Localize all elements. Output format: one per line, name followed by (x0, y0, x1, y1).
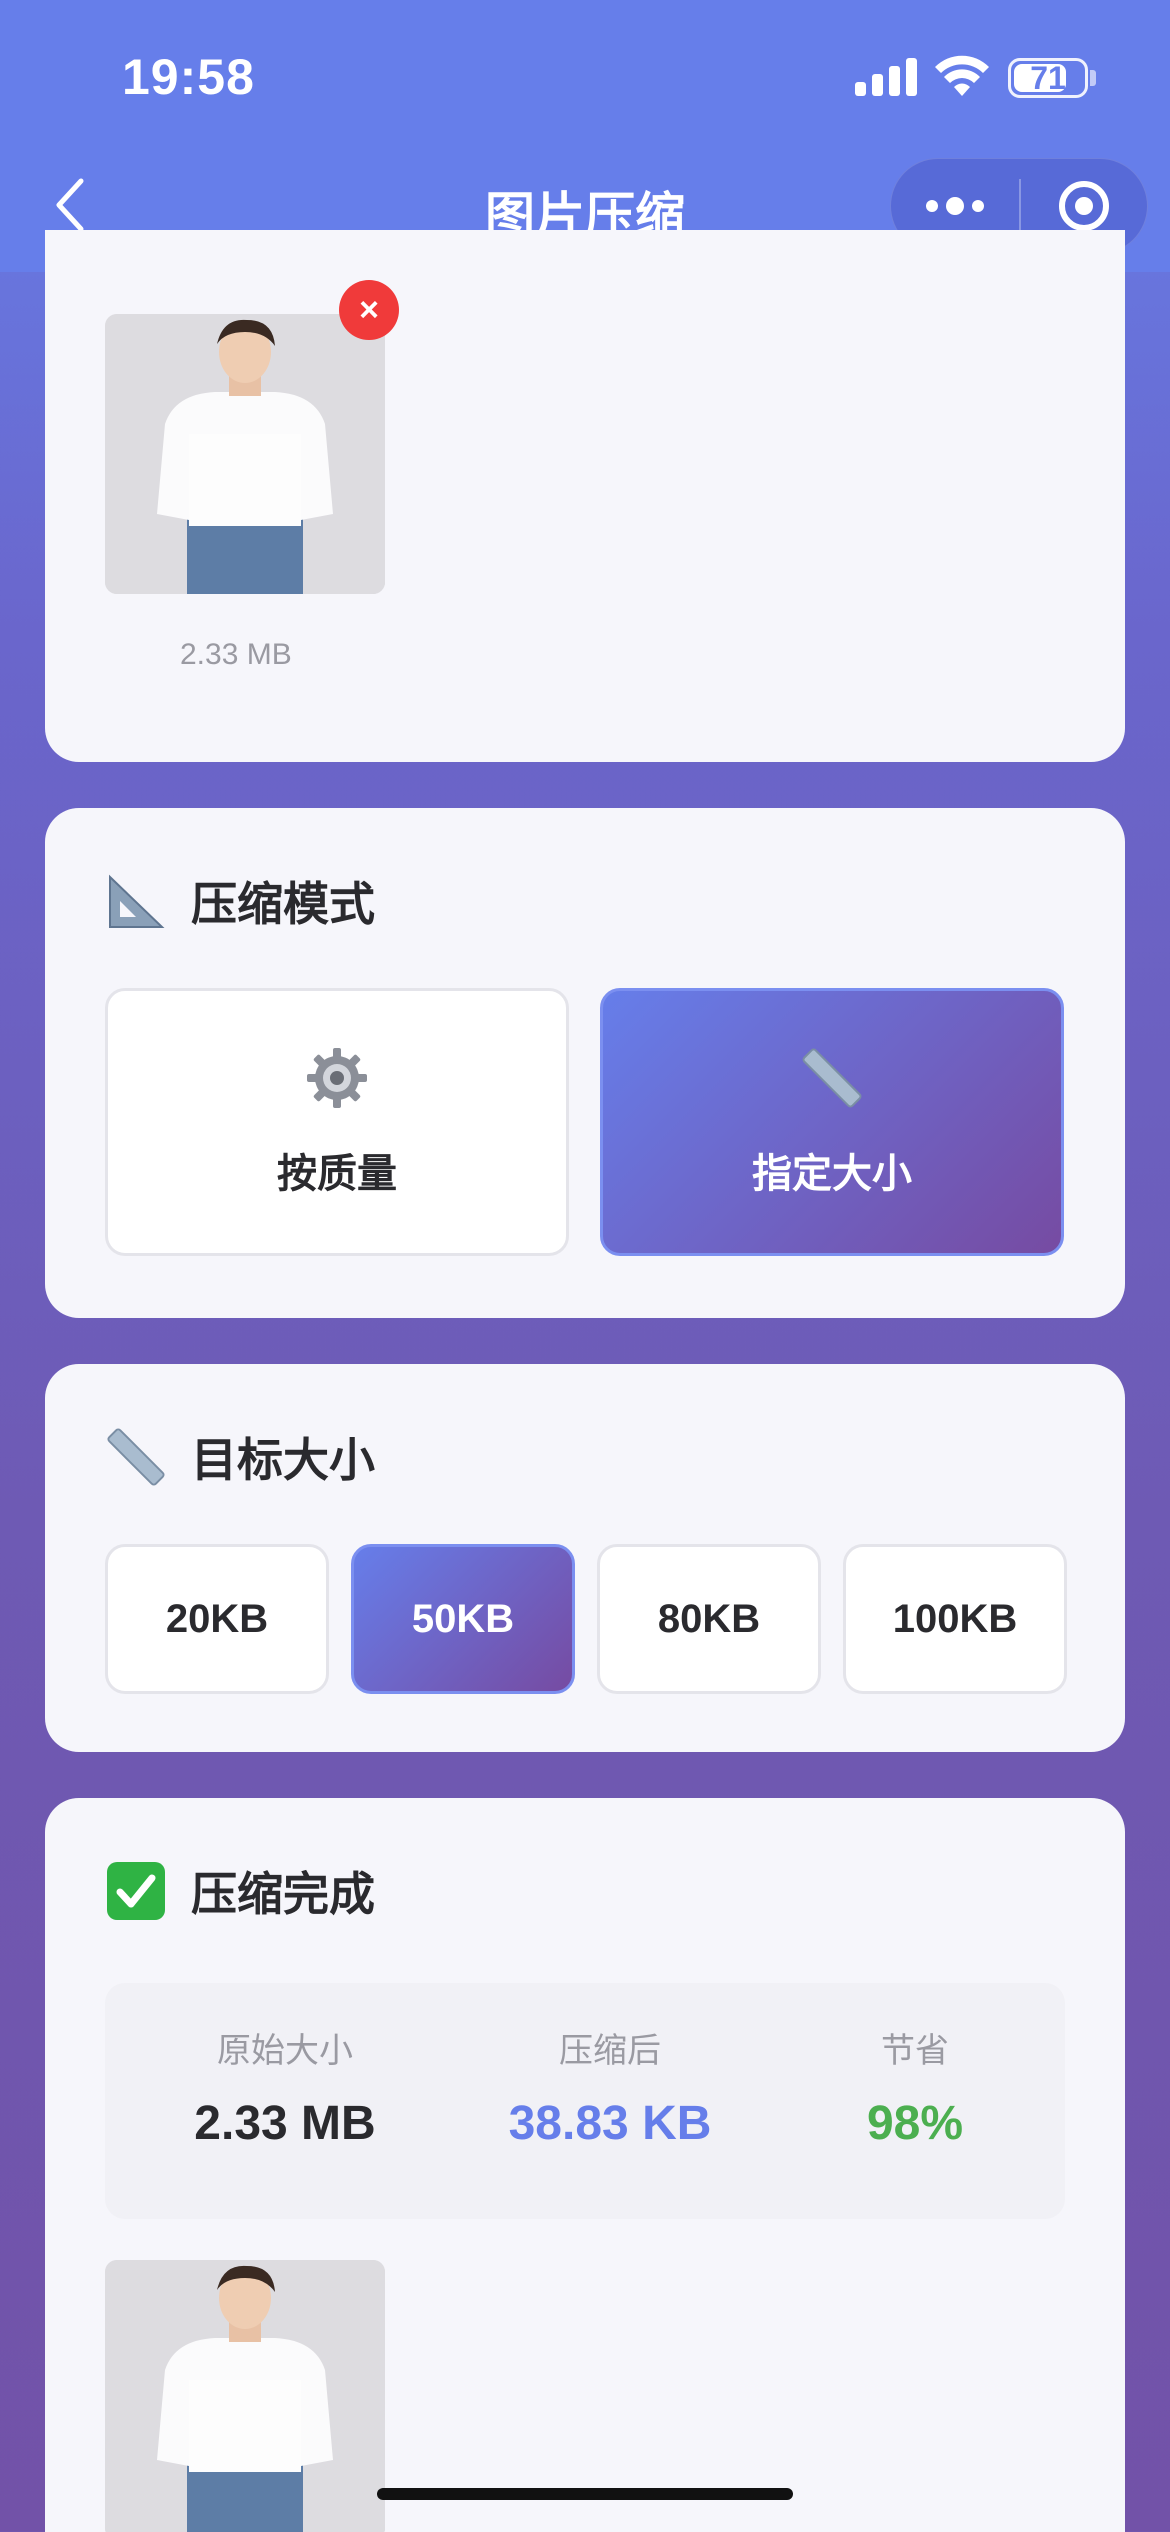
target-size-header: 目标大小 (105, 1424, 375, 1490)
compression-mode-title: 压缩模式 (191, 878, 375, 930)
boy-photo-icon (105, 314, 385, 594)
triangle-ruler-icon (105, 870, 167, 932)
stat-original: 原始大小 2.33 MB (155, 2023, 415, 2151)
upload-card: × 2.33 MB (45, 230, 1125, 762)
size-option-50kb[interactable]: 50KB (351, 1544, 575, 1694)
compressed-image[interactable] (105, 2260, 385, 2532)
cellular-signal-icon (855, 58, 917, 96)
target-size-card: 目标大小 20KB 50KB 80KB 100KB (45, 1364, 1125, 1752)
delete-image-button[interactable]: × (339, 280, 399, 340)
ruler-icon (105, 1426, 167, 1488)
home-indicator (377, 2488, 793, 2500)
mode-quality-label: 按质量 (277, 1151, 397, 1196)
uploaded-image[interactable] (105, 314, 385, 594)
battery-tip (1090, 70, 1096, 86)
mode-size-button[interactable]: 指定大小 (600, 988, 1064, 1256)
gear-icon (305, 1046, 369, 1115)
boy-photo-icon (105, 2260, 385, 2532)
target-size-title: 目标大小 (191, 1434, 375, 1486)
compression-mode-header: 压缩模式 (105, 868, 375, 934)
battery-icon: 71 (1008, 58, 1088, 98)
mode-quality-button[interactable]: 按质量 (105, 988, 569, 1256)
mode-size-label: 指定大小 (752, 1151, 912, 1196)
stat-compressed-label: 压缩后 (559, 2032, 661, 2070)
wifi-icon (935, 55, 989, 96)
size-options: 20KB 50KB 80KB 100KB (105, 1544, 1067, 1694)
compression-mode-card: 压缩模式 按质量 指定大小 (45, 808, 1125, 1318)
size-option-80kb[interactable]: 80KB (597, 1544, 821, 1694)
compression-stats: 原始大小 2.33 MB 压缩后 38.83 KB 节省 98% (105, 1983, 1065, 2219)
file-size: 2.33 MB (180, 638, 292, 671)
status-time: 19:58 (122, 49, 255, 105)
stat-original-label: 原始大小 (217, 2032, 353, 2070)
ruler-icon (800, 1046, 864, 1115)
stat-compressed: 压缩后 38.83 KB (470, 2023, 750, 2151)
stat-original-value: 2.33 MB (194, 2097, 376, 2150)
size-option-100kb[interactable]: 100KB (843, 1544, 1067, 1694)
target-icon (1059, 181, 1109, 231)
stat-saved: 节省 98% (835, 2023, 995, 2151)
result-card: 压缩完成 原始大小 2.33 MB 压缩后 38.83 KB 节省 98% (45, 1798, 1125, 2532)
battery-level: 71 (1030, 59, 1066, 96)
stat-saved-value: 98% (866, 2097, 964, 2150)
size-option-20kb[interactable]: 20KB (105, 1544, 329, 1694)
stat-compressed-value: 38.83 KB (508, 2097, 712, 2150)
stat-saved-label: 节省 (881, 2032, 949, 2070)
result-title: 压缩完成 (191, 1868, 375, 1920)
close-miniprogram-button[interactable] (1021, 181, 1147, 231)
result-header: 压缩完成 (105, 1858, 375, 1924)
check-mark-icon (105, 1860, 167, 1922)
